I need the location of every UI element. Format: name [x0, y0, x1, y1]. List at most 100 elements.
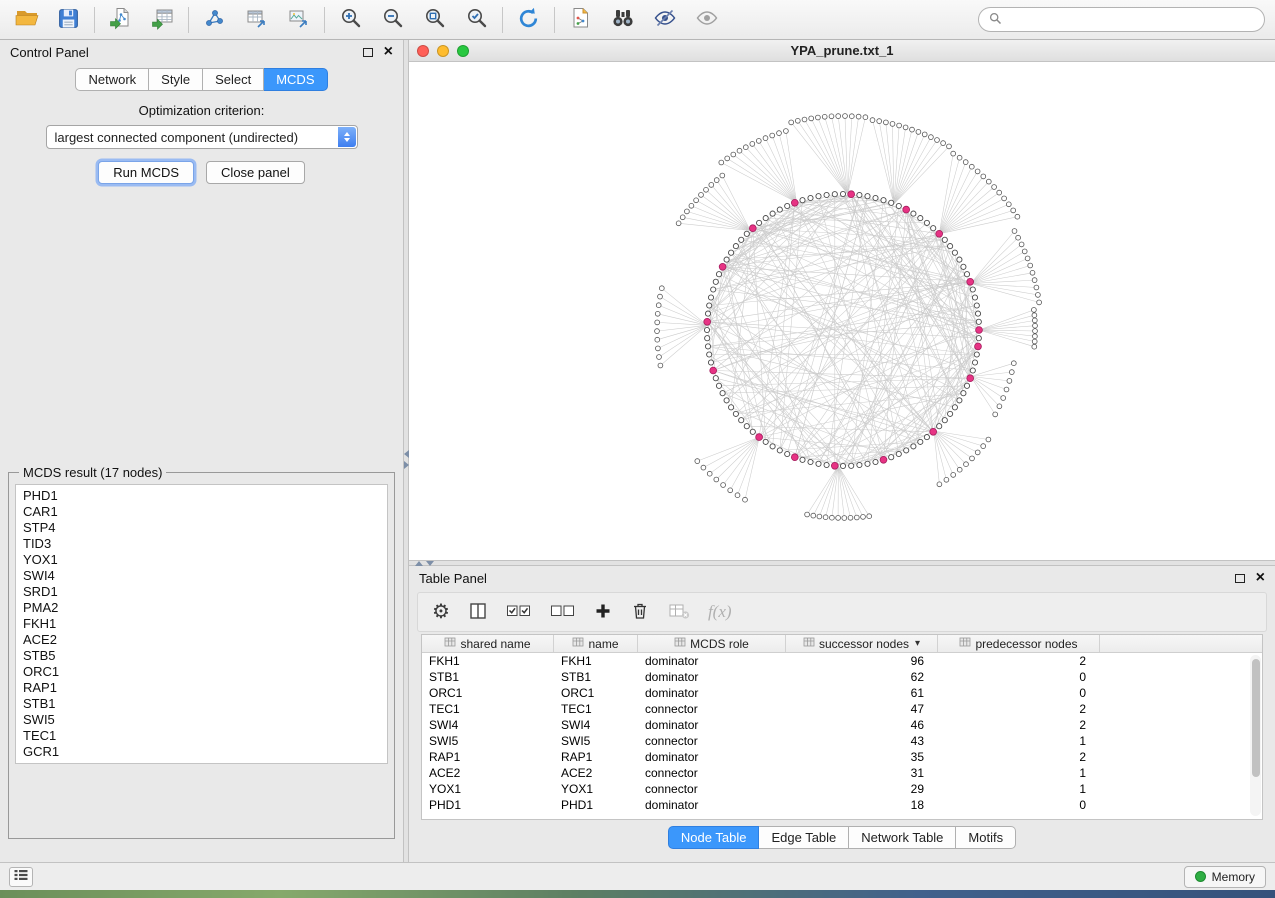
table-row[interactable]: ORC1ORC1dominator610 [422, 685, 1262, 701]
control-panel-title: Control Panel [10, 45, 89, 60]
close-panel-icon[interactable]: × [384, 44, 393, 60]
table-row[interactable]: STB1STB1dominator620 [422, 669, 1262, 685]
zoom-fit-button[interactable] [418, 3, 451, 36]
save-session-button[interactable] [52, 3, 85, 36]
memory-button[interactable]: Memory [1184, 866, 1266, 888]
export-table-button[interactable] [240, 3, 273, 36]
float-panel-icon[interactable] [363, 48, 373, 57]
run-mcds-button[interactable]: Run MCDS [98, 161, 194, 184]
close-panel-button[interactable]: Close panel [206, 161, 305, 184]
table-row[interactable]: TEC1TEC1connector472 [422, 701, 1262, 717]
search-input[interactable] [1008, 13, 1254, 27]
network-canvas[interactable] [409, 62, 1275, 559]
mcds-result-item[interactable]: STB1 [16, 696, 387, 712]
network-titlebar[interactable]: YPA_prune.txt_1 [409, 40, 1275, 62]
table-row[interactable]: RAP1RAP1dominator352 [422, 749, 1262, 765]
memory-status-icon [1195, 871, 1206, 882]
table-row[interactable]: PHD1PHD1dominator180 [422, 797, 1262, 813]
zoom-out-button[interactable] [376, 3, 409, 36]
table-row[interactable]: SWI5SWI5connector431 [422, 733, 1262, 749]
tab-network-table[interactable]: Network Table [849, 826, 956, 849]
apply-layout-button[interactable] [512, 3, 545, 36]
mcds-result-item[interactable]: GCR1 [16, 744, 387, 760]
column-header-MCDS-role[interactable]: MCDS role [638, 635, 786, 652]
table-settings-button[interactable]: ⚙ [432, 602, 450, 622]
find-button[interactable] [606, 3, 639, 36]
minimize-window-icon[interactable] [437, 45, 449, 57]
column-header-shared-name[interactable]: shared name [422, 635, 554, 652]
function-builder-button[interactable]: f(x) [708, 602, 732, 622]
table-row[interactable]: FKH1FKH1dominator962 [422, 653, 1262, 669]
deselect-all-columns-button[interactable] [550, 602, 576, 623]
close-table-panel-icon[interactable]: × [1256, 570, 1265, 586]
mcds-result-item[interactable]: RAP1 [16, 680, 387, 696]
mcds-result-item[interactable]: ACE2 [16, 632, 387, 648]
table-cell: 47 [786, 701, 938, 717]
delete-table-button[interactable] [668, 601, 690, 624]
sort-descending-icon[interactable]: ▾ [915, 638, 920, 649]
mcds-result-item[interactable]: SWI5 [16, 712, 387, 728]
mcds-result-item[interactable]: TID3 [16, 536, 387, 552]
mcds-result-list[interactable]: PHD1CAR1STP4TID3YOX1SWI4SRD1PMA2FKH1ACE2… [15, 484, 388, 764]
search-box[interactable] [978, 7, 1265, 32]
table-scrollbar[interactable] [1250, 655, 1261, 816]
tab-mcds[interactable]: MCDS [264, 68, 327, 91]
open-file-button[interactable] [10, 3, 43, 36]
mcds-result-item[interactable]: FKH1 [16, 616, 387, 632]
mcds-result-item[interactable]: STB5 [16, 648, 387, 664]
toggle-graphics-details-button[interactable] [648, 3, 681, 36]
table-row[interactable]: SWI4SWI4dominator462 [422, 717, 1262, 733]
task-history-button[interactable] [9, 867, 33, 887]
export-image-button[interactable] [282, 3, 315, 36]
mcds-result-item[interactable]: SWI4 [16, 568, 387, 584]
maximize-window-icon[interactable] [457, 45, 469, 57]
mcds-result-item[interactable]: PMA2 [16, 600, 387, 616]
mcds-result-item[interactable]: ORC1 [16, 664, 387, 680]
function-icon: f(x) [708, 602, 732, 622]
criterion-select[interactable]: largest connected component (undirected) [46, 125, 358, 149]
create-column-button[interactable] [594, 602, 612, 623]
table-cell: 43 [786, 733, 938, 749]
collapse-up-icon[interactable] [415, 561, 423, 566]
export-network-button[interactable] [198, 3, 231, 36]
mcds-result-item[interactable]: SRD1 [16, 584, 387, 600]
import-table-file-button[interactable] [146, 3, 179, 36]
mcds-result-item[interactable]: CAR1 [16, 504, 387, 520]
eye-icon [695, 6, 719, 33]
table-cell: 2 [938, 717, 1100, 733]
float-table-panel-icon[interactable] [1235, 574, 1245, 583]
table-panel-header: Table Panel × [409, 566, 1275, 590]
tab-style[interactable]: Style [149, 68, 203, 91]
collapse-left-icon[interactable] [404, 450, 409, 458]
column-header-successor-nodes[interactable]: successor nodes▾ [786, 635, 938, 652]
scrollbar-thumb[interactable] [1252, 659, 1260, 777]
tab-node-table[interactable]: Node Table [668, 826, 760, 849]
show-columns-button[interactable] [468, 601, 488, 624]
mcds-result-item[interactable]: YOX1 [16, 552, 387, 568]
show-graphics-details-button[interactable] [690, 3, 723, 36]
select-all-columns-button[interactable] [506, 602, 532, 623]
column-header-name[interactable]: name [554, 635, 638, 652]
delete-column-button[interactable] [630, 601, 650, 624]
mcds-result-item[interactable]: STP4 [16, 520, 387, 536]
mcds-result-item[interactable]: TEC1 [16, 728, 387, 744]
tab-edge-table[interactable]: Edge Table [759, 826, 849, 849]
zoom-selected-icon [465, 6, 489, 33]
zoom-in-button[interactable] [334, 3, 367, 36]
column-header-predecessor-nodes[interactable]: predecessor nodes [938, 635, 1100, 652]
network-document-button[interactable] [564, 3, 597, 36]
tab-network[interactable]: Network [75, 68, 149, 91]
table-row[interactable]: ACE2ACE2connector311 [422, 765, 1262, 781]
network-canvas-area[interactable] [409, 62, 1275, 560]
collapse-down-icon[interactable] [426, 561, 434, 566]
collapse-right-icon[interactable] [404, 461, 409, 469]
zoom-selected-button[interactable] [460, 3, 493, 36]
tab-select[interactable]: Select [203, 68, 264, 91]
import-network-file-button[interactable] [104, 3, 137, 36]
refresh-icon [516, 6, 541, 34]
column-header-label: MCDS role [690, 637, 749, 651]
mcds-result-item[interactable]: PHD1 [16, 488, 387, 504]
tab-motifs[interactable]: Motifs [956, 826, 1016, 849]
table-row[interactable]: YOX1YOX1connector291 [422, 781, 1262, 797]
close-window-icon[interactable] [417, 45, 429, 57]
